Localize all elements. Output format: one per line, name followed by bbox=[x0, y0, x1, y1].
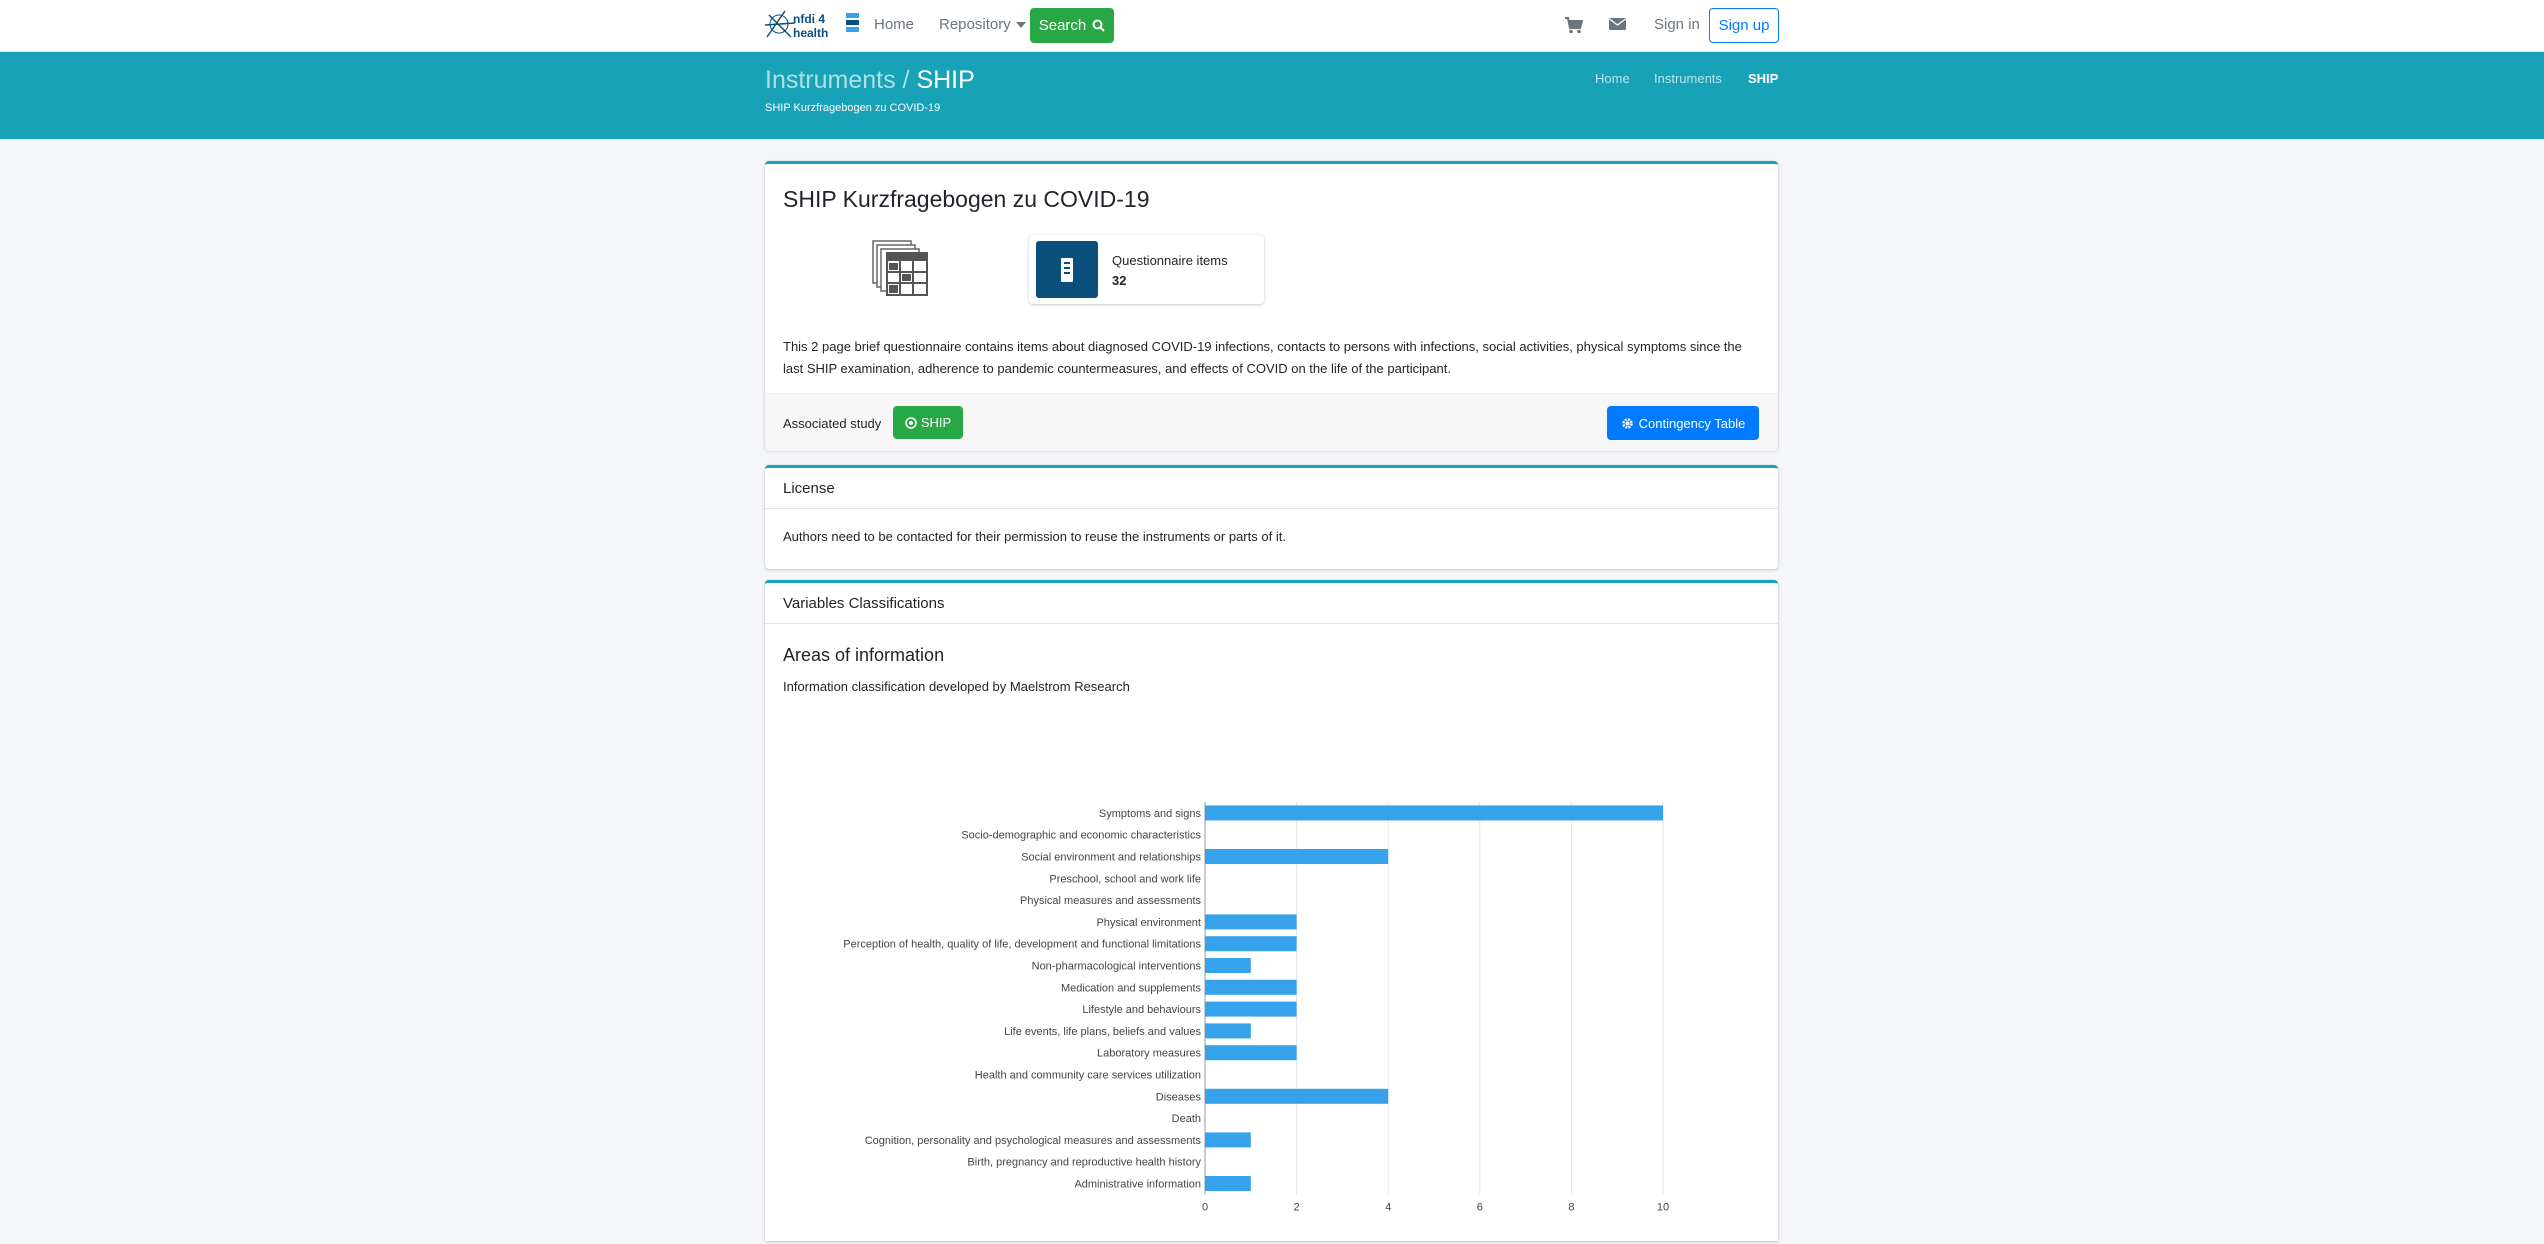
questionnaire-items-box: Questionnaire items 32 bbox=[1029, 235, 1264, 304]
y-category-label: Lifestyle and behaviours bbox=[1082, 1004, 1201, 1016]
y-category-label: Social environment and relationships bbox=[1021, 852, 1201, 864]
page-subtitle: SHIP Kurzfragebogen zu COVID-19 bbox=[765, 102, 941, 114]
y-category-label: Socio-demographic and economic character… bbox=[961, 830, 1201, 842]
study-title: SHIP Kurzfragebogen zu COVID-19 bbox=[783, 186, 1150, 212]
y-category-label: Physical environment bbox=[1096, 917, 1201, 929]
bar[interactable] bbox=[1205, 914, 1297, 930]
bar[interactable] bbox=[1205, 1088, 1389, 1104]
bar[interactable] bbox=[1205, 849, 1389, 864]
nav-repository-label: Repository bbox=[939, 16, 1011, 33]
search-button-label: Search bbox=[1038, 17, 1087, 34]
breadcrumb-instruments[interactable]: Instruments bbox=[1654, 71, 1722, 86]
envelope-icon[interactable] bbox=[1609, 17, 1626, 31]
bar[interactable] bbox=[1205, 1023, 1251, 1039]
associated-study-button-label: SHIP bbox=[920, 415, 952, 430]
associated-study-button[interactable]: SHIP bbox=[893, 406, 963, 439]
y-category-label: Laboratory measures bbox=[1097, 1048, 1201, 1060]
x-tick-label: 4 bbox=[1385, 1201, 1391, 1213]
cart-icon[interactable] bbox=[1564, 15, 1584, 35]
y-category-label: Health and community care services utili… bbox=[975, 1070, 1201, 1082]
bar[interactable] bbox=[1205, 1176, 1251, 1191]
classifications-card: Variables Classifications Areas of infor… bbox=[765, 580, 1778, 1241]
y-category-label: Perception of health, quality of life, d… bbox=[843, 939, 1201, 951]
y-category-label: Cognition, personality and psychological… bbox=[865, 1135, 1202, 1147]
study-description: This 2 page brief questionnaire contains… bbox=[783, 339, 1742, 376]
document-icon bbox=[1036, 241, 1098, 298]
search-button[interactable]: Search bbox=[1030, 8, 1114, 43]
search-icon bbox=[1092, 19, 1105, 32]
nav-repository-dropdown[interactable]: Repository bbox=[939, 16, 1026, 33]
logo-text-2: health bbox=[793, 26, 828, 40]
y-category-label: Medication and supplements bbox=[1061, 982, 1202, 994]
questionnaire-items-label: Questionnaire items bbox=[1112, 253, 1228, 268]
areas-bar-chart: 0 2 4 6 8 10 Symptoms and signs Socio-demograph… bbox=[843, 802, 1669, 1213]
bar[interactable] bbox=[1205, 979, 1297, 995]
associated-study-label: Associated study bbox=[783, 416, 882, 431]
license-card: License Authors need to be contacted for… bbox=[765, 465, 1778, 569]
y-category-label: Birth, pregnancy and reproductive health… bbox=[967, 1157, 1201, 1169]
logo-text-1: nfdi 4 bbox=[793, 12, 825, 26]
content-header bbox=[0, 52, 2544, 139]
page-title-prefix: Instruments / bbox=[765, 66, 910, 94]
y-category-label: Symptoms and signs bbox=[1099, 808, 1202, 820]
bar[interactable] bbox=[1205, 958, 1251, 973]
bar[interactable] bbox=[1205, 805, 1663, 821]
gear-icon bbox=[1621, 417, 1633, 429]
y-category-label: Life events, life plans, beliefs and val… bbox=[1004, 1026, 1201, 1038]
x-tick-label: 6 bbox=[1477, 1201, 1483, 1213]
signin-link[interactable]: Sign in bbox=[1654, 16, 1700, 33]
signup-button[interactable]: Sign up bbox=[1709, 8, 1779, 43]
caret-down-icon bbox=[1015, 22, 1026, 29]
y-category-label: Preschool, school and work life bbox=[1049, 873, 1201, 885]
bar[interactable] bbox=[1205, 936, 1297, 952]
x-tick-label: 0 bbox=[1202, 1201, 1208, 1213]
nav-home-link[interactable]: Home bbox=[874, 16, 914, 33]
license-title: License bbox=[783, 480, 835, 497]
y-category-label: Administrative information bbox=[1074, 1179, 1201, 1191]
contingency-table-button[interactable]: Contingency Table bbox=[1607, 406, 1759, 440]
bar[interactable] bbox=[1205, 1045, 1297, 1061]
y-category-label: Death bbox=[1172, 1113, 1201, 1125]
license-text: Authors need to be contacted for their p… bbox=[783, 529, 1286, 544]
x-tick-label: 2 bbox=[1294, 1201, 1300, 1213]
breadcrumb-active: SHIP bbox=[1748, 71, 1779, 86]
page-title: Instruments / SHIP bbox=[765, 66, 975, 95]
bar[interactable] bbox=[1205, 1001, 1297, 1017]
x-tick-label: 10 bbox=[1657, 1201, 1669, 1213]
study-card-footer: Associated study SHIP Contingency Table bbox=[765, 393, 1778, 451]
page-title-main: SHIP bbox=[916, 66, 975, 94]
study-card: SHIP Kurzfragebogen zu COVID-19 Question… bbox=[765, 161, 1778, 451]
navbar: nfdi 4 health Home Repository Search Sig… bbox=[0, 0, 2544, 52]
study-icon bbox=[905, 416, 917, 429]
table-icon bbox=[872, 240, 928, 296]
y-category-label: Diseases bbox=[1156, 1091, 1202, 1103]
license-card-header: License bbox=[765, 468, 1778, 509]
nfdi4health-logo[interactable]: nfdi 4 health bbox=[765, 7, 861, 43]
questionnaire-items-count: 32 bbox=[1112, 273, 1127, 288]
breadcrumb-home[interactable]: Home bbox=[1595, 71, 1630, 86]
y-category-label: Non-pharmacological interventions bbox=[1032, 961, 1202, 973]
bar[interactable] bbox=[1205, 1132, 1251, 1148]
contingency-table-button-label: Contingency Table bbox=[1638, 415, 1746, 431]
y-category-label: Physical measures and assessments bbox=[1020, 895, 1201, 907]
x-tick-label: 8 bbox=[1568, 1201, 1574, 1213]
